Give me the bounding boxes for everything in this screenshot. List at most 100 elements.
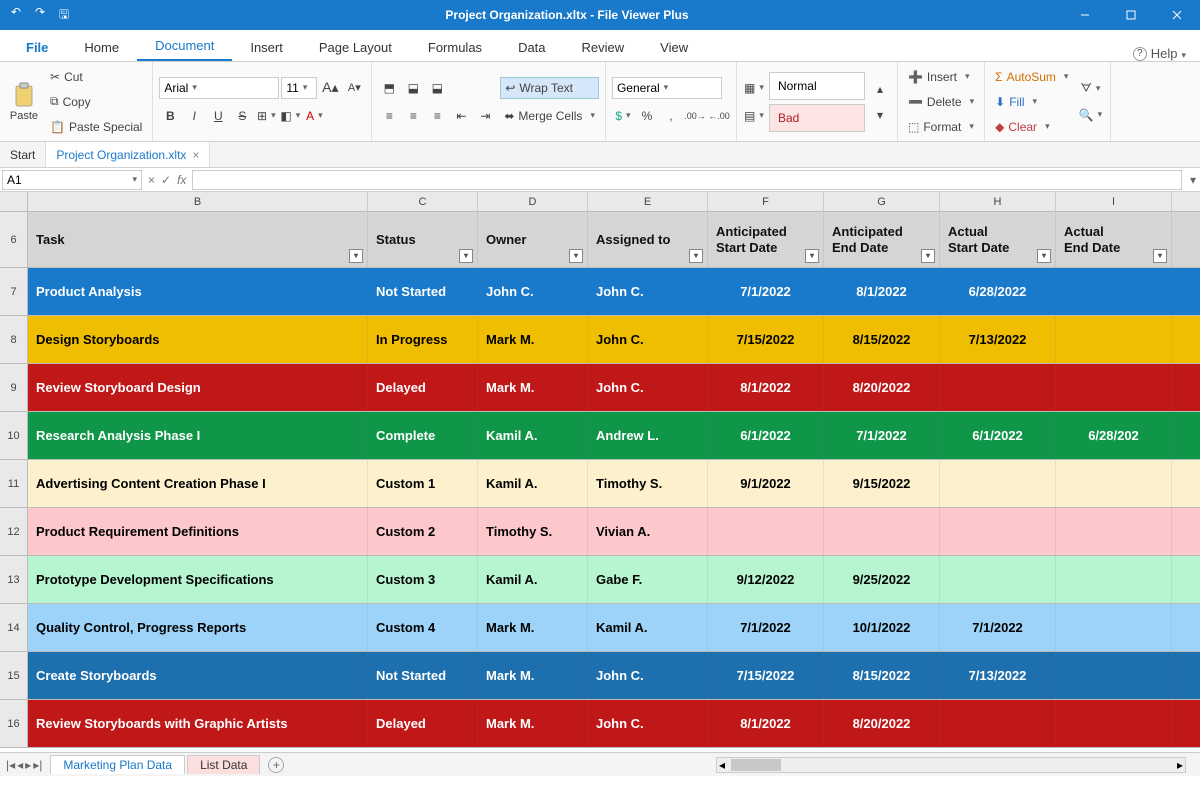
add-sheet-icon[interactable]: + — [268, 757, 284, 773]
cell[interactable]: 6/28/202 — [1056, 412, 1172, 459]
row-header[interactable]: 7 — [0, 268, 28, 315]
filter-icon[interactable]: ▾ — [805, 249, 819, 263]
cell[interactable]: Mark M. — [478, 652, 588, 699]
cell[interactable]: Timothy S. — [588, 460, 708, 507]
align-bottom-icon[interactable]: ⬓ — [426, 77, 448, 99]
cell[interactable]: 8/1/2022 — [708, 364, 824, 411]
cell[interactable]: John C. — [588, 316, 708, 363]
cell[interactable] — [1056, 460, 1172, 507]
cell[interactable] — [1056, 556, 1172, 603]
row-header[interactable]: 8 — [0, 316, 28, 363]
cell[interactable]: 9/15/2022 — [824, 460, 940, 507]
format-table-button[interactable]: ▤ — [743, 105, 765, 127]
cell[interactable]: Complete — [368, 412, 478, 459]
style-bad[interactable]: Bad — [769, 104, 865, 132]
cell[interactable]: Timothy S. — [478, 508, 588, 555]
sheet-tab-list-data[interactable]: List Data — [187, 755, 260, 774]
tab-data[interactable]: Data — [500, 34, 563, 61]
cell[interactable]: 8/1/2022 — [708, 700, 824, 747]
sheet-nav-last-icon[interactable]: ▸| — [33, 758, 42, 772]
cell[interactable]: 10/1/2022 — [824, 604, 940, 651]
tab-file[interactable]: File — [8, 34, 66, 61]
decrease-decimal-icon[interactable]: ←.00 — [708, 105, 730, 127]
row-header[interactable]: 11 — [0, 460, 28, 507]
currency-button[interactable]: $ — [612, 105, 634, 127]
help-menu[interactable]: Help — [1151, 46, 1186, 61]
cell[interactable]: Not Started — [368, 652, 478, 699]
row-header[interactable]: 6 — [0, 212, 28, 267]
col-header[interactable]: E — [588, 192, 708, 211]
align-middle-icon[interactable]: ⬓ — [402, 77, 424, 99]
sort-filter-button[interactable]: ᗊ — [1076, 78, 1104, 100]
decrease-indent-icon[interactable]: ⇤ — [450, 105, 472, 127]
cell[interactable]: In Progress — [368, 316, 478, 363]
cell[interactable] — [940, 460, 1056, 507]
cell[interactable] — [824, 508, 940, 555]
cell[interactable]: 9/1/2022 — [708, 460, 824, 507]
cell[interactable]: Delayed — [368, 700, 478, 747]
filter-icon[interactable]: ▾ — [921, 249, 935, 263]
doc-tab-current[interactable]: Project Organization.xltx× — [46, 142, 210, 167]
hscroll-thumb[interactable] — [731, 759, 781, 771]
cell[interactable]: 7/1/2022 — [824, 412, 940, 459]
cell[interactable] — [940, 556, 1056, 603]
cell[interactable]: 8/20/2022 — [824, 700, 940, 747]
borders-button[interactable]: ⊞ — [255, 105, 277, 127]
cell[interactable]: Product Analysis — [28, 268, 368, 315]
cell[interactable]: Product Requirement Definitions — [28, 508, 368, 555]
sheet-nav-first-icon[interactable]: |◂ — [6, 758, 15, 772]
find-button[interactable]: 🔍 — [1076, 104, 1104, 126]
align-center-icon[interactable]: ≡ — [402, 105, 424, 127]
tab-insert[interactable]: Insert — [232, 34, 301, 61]
number-format-select[interactable]: General — [612, 77, 722, 99]
cell[interactable]: John C. — [588, 364, 708, 411]
cell[interactable]: Create Storyboards — [28, 652, 368, 699]
cell[interactable] — [1056, 604, 1172, 651]
clear-button[interactable]: ◆ Clear — [991, 116, 1072, 137]
cell[interactable] — [1056, 652, 1172, 699]
cell[interactable]: Mark M. — [478, 316, 588, 363]
font-size-select[interactable]: 11 — [281, 77, 317, 99]
maximize-button[interactable] — [1108, 0, 1154, 30]
filter-icon[interactable]: ▾ — [689, 249, 703, 263]
row-header[interactable]: 14 — [0, 604, 28, 651]
col-header[interactable]: F — [708, 192, 824, 211]
cell[interactable]: 7/13/2022 — [940, 652, 1056, 699]
cell[interactable]: John C. — [588, 268, 708, 315]
decrease-font-icon[interactable]: A▾ — [343, 77, 365, 99]
cell[interactable]: Kamil A. — [478, 556, 588, 603]
cell[interactable]: Review Storyboard Design — [28, 364, 368, 411]
increase-decimal-icon[interactable]: .00→ — [684, 105, 706, 127]
cell[interactable]: Kamil A. — [588, 604, 708, 651]
filter-icon[interactable]: ▾ — [1037, 249, 1051, 263]
align-left-icon[interactable]: ≡ — [378, 105, 400, 127]
col-header[interactable]: C — [368, 192, 478, 211]
increase-indent-icon[interactable]: ⇥ — [474, 105, 496, 127]
cell[interactable]: Advertising Content Creation Phase I — [28, 460, 368, 507]
cell[interactable]: Mark M. — [478, 700, 588, 747]
wrap-text-button[interactable]: ↩ Wrap Text — [500, 77, 599, 99]
cell[interactable]: 6/1/2022 — [940, 412, 1056, 459]
cell[interactable] — [1056, 508, 1172, 555]
cell[interactable]: Design Storyboards — [28, 316, 368, 363]
column-header[interactable]: AnticipatedEnd Date▾ — [824, 212, 940, 267]
col-header[interactable]: I — [1056, 192, 1172, 211]
cell[interactable]: Kamil A. — [478, 412, 588, 459]
cell[interactable]: Custom 4 — [368, 604, 478, 651]
cell[interactable]: John C. — [588, 700, 708, 747]
col-header[interactable]: D — [478, 192, 588, 211]
style-normal[interactable]: Normal — [769, 72, 865, 100]
column-header[interactable]: Owner▾ — [478, 212, 588, 267]
strikethrough-button[interactable]: S — [231, 105, 253, 127]
align-right-icon[interactable]: ≡ — [426, 105, 448, 127]
undo-icon[interactable]: ↶ — [8, 5, 24, 26]
row-header[interactable]: 16 — [0, 700, 28, 747]
cell[interactable]: Custom 1 — [368, 460, 478, 507]
cell[interactable] — [708, 508, 824, 555]
cell[interactable]: 7/1/2022 — [708, 604, 824, 651]
delete-cells-button[interactable]: ➖ Delete — [904, 91, 978, 112]
name-box[interactable]: A1▾ — [2, 170, 142, 190]
cell[interactable]: Mark M. — [478, 604, 588, 651]
cell[interactable]: Custom 2 — [368, 508, 478, 555]
cancel-formula-icon[interactable]: × — [148, 173, 155, 187]
